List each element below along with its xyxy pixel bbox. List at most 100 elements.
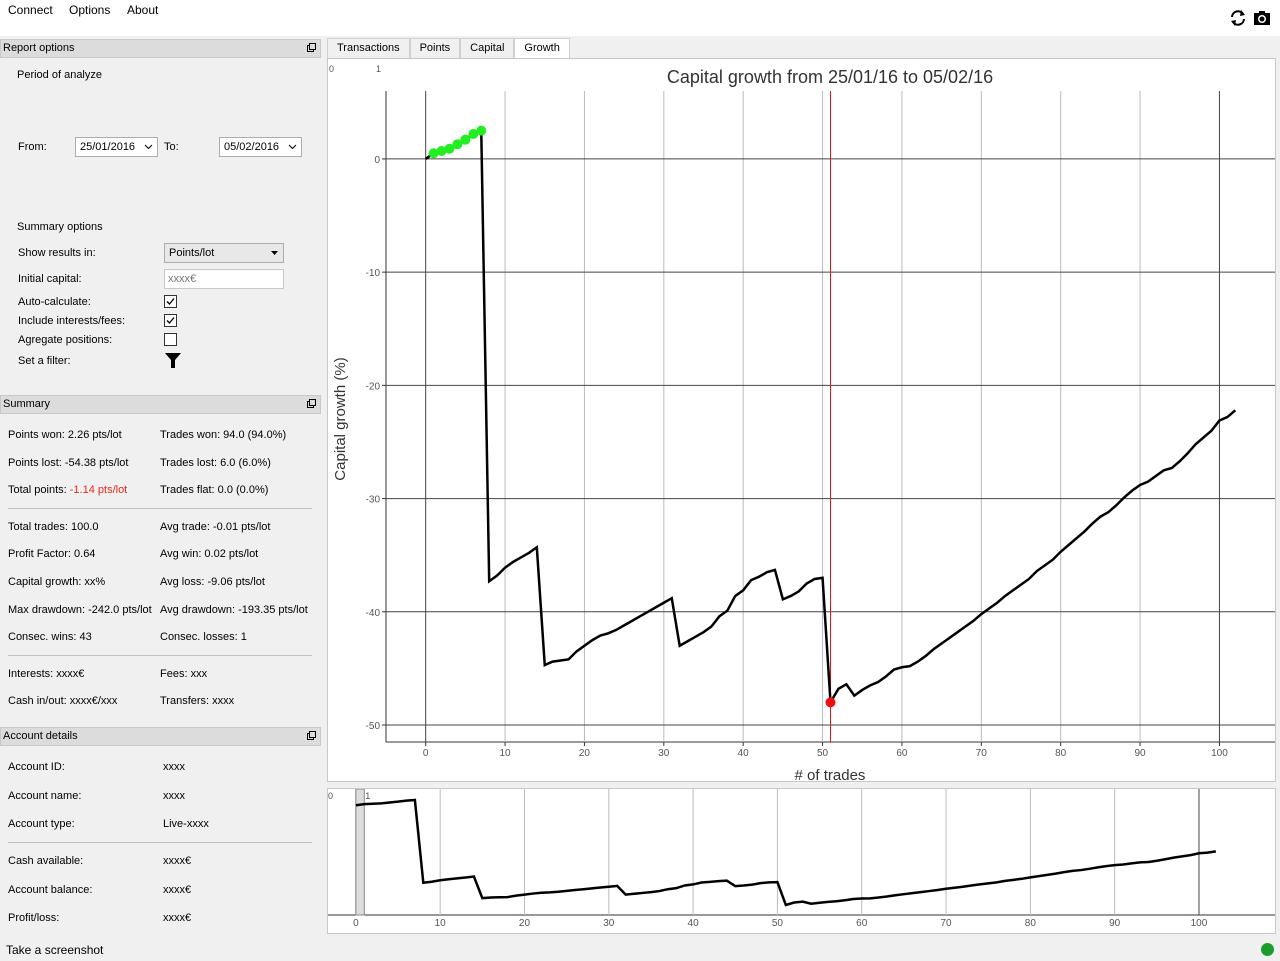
summary-title: Summary [3, 398, 51, 410]
initial-capital-input[interactable] [164, 269, 284, 289]
account-balance-value: xxxx€ [163, 884, 192, 896]
tab-points[interactable]: Points [409, 38, 461, 58]
dropdown-arrow-icon [271, 251, 278, 255]
overview-tick-label: 0 [353, 918, 359, 929]
capital-growth: Capital growth: xx% [8, 576, 106, 588]
from-date-picker[interactable]: 25/01/2016 [75, 137, 158, 157]
account-balance-label: Account balance: [8, 884, 93, 896]
overview-tick-label: 60 [856, 918, 868, 929]
x-axis-label: # of trades [795, 767, 866, 781]
profit-loss-label: Profit/loss: [8, 912, 60, 924]
to-date-picker[interactable]: 05/02/2016 [219, 137, 302, 157]
tab-capital[interactable]: Capital [460, 38, 515, 58]
summary-options-label: Summary options [17, 221, 103, 233]
overview-tick-label: 100 [1191, 918, 1208, 929]
overview-corner-label: 1 [365, 791, 370, 801]
account-id-value: xxxx [163, 761, 185, 773]
refresh-button[interactable] [1228, 8, 1248, 28]
x-tick-label: 0 [423, 748, 429, 759]
report-options-title: Report options [3, 42, 75, 54]
divider [8, 655, 312, 656]
include-interests-checkbox[interactable] [164, 314, 177, 327]
divider [8, 508, 312, 509]
x-tick-label: 10 [500, 748, 512, 759]
total-points-value: -1.14 pts/lot [69, 484, 128, 496]
x-tick-label: 90 [1135, 748, 1147, 759]
consec-wins: Consec. wins: 43 [8, 631, 92, 643]
menu-connect[interactable]: Connect [8, 3, 53, 17]
y-axis-label: Capital growth (%) [332, 357, 349, 480]
points-lost: Points lost: -54.38 pts/lot [8, 457, 129, 469]
growth-chart-svg[interactable]: 0 1 Capital growth from 25/01/16 to 05/0… [328, 59, 1275, 784]
total-points: Total points: -1.14 pts/lot [8, 484, 127, 496]
chevron-down-icon [144, 144, 153, 150]
show-results-value: Points/lot [169, 247, 215, 259]
account-name-label: Account name: [8, 790, 82, 802]
overview-tick-label: 70 [940, 918, 952, 929]
status-text: Take a screenshot [6, 943, 104, 957]
avg-win: Avg win: 0.02 pts/lot [160, 548, 259, 560]
float-icon[interactable] [307, 731, 316, 740]
account-details-header[interactable]: Account details [0, 727, 321, 746]
points-won: Points won: 2.26 pts/lot [8, 429, 122, 441]
menu-options[interactable]: Options [69, 3, 110, 17]
account-type-value: Live-xxxx [163, 818, 209, 830]
auto-calc-checkbox[interactable] [164, 295, 177, 308]
period-label: Period of analyze [17, 69, 102, 81]
fees: Fees: xxx [160, 668, 208, 680]
profit-factor: Profit Factor: 0.64 [8, 548, 96, 560]
float-icon[interactable] [307, 399, 316, 408]
corner-label: 1 [376, 64, 381, 74]
max-drawdown: Max drawdown: -242.0 pts/lot [8, 604, 152, 616]
refresh-icon [1231, 10, 1245, 26]
screenshot-button[interactable] [1252, 8, 1272, 28]
growth-chart[interactable]: 0 1 Capital growth from 25/01/16 to 05/0… [327, 58, 1276, 784]
show-results-select[interactable]: Points/lot [164, 243, 284, 263]
x-tick-label: 40 [738, 748, 750, 759]
trades-won: Trades won: 94.0 (94.0%) [160, 429, 287, 441]
overview-tick-label: 20 [519, 918, 531, 929]
overview-tick-label: 90 [1109, 918, 1121, 929]
status-bar: Take a screenshot [0, 938, 1280, 961]
y-tick-label: -10 [366, 268, 381, 279]
auto-calc-label: Auto-calculate: [18, 296, 91, 308]
initial-capital-label: Initial capital: [18, 273, 82, 285]
summary-header[interactable]: Summary [0, 395, 321, 414]
account-id-label: Account ID: [8, 761, 65, 773]
left-pane: Report options Period of analyze From: 2… [0, 38, 322, 938]
win-marker [476, 125, 487, 136]
x-tick-label: 70 [976, 748, 988, 759]
camera-icon [1254, 11, 1270, 25]
filter-icon[interactable] [165, 352, 181, 369]
x-tick-label: 80 [1055, 748, 1067, 759]
total-points-label: Total points: [8, 484, 67, 496]
overview-chart[interactable]: 0 10 20 30 40 50 60 70 80 90 100 0 1 [327, 788, 1276, 934]
y-tick-label: 0 [374, 155, 380, 166]
tab-growth[interactable]: Growth [514, 38, 570, 59]
interests: Interests: xxxx€ [8, 668, 85, 680]
trades-lost: Trades lost: 6.0 (6.0%) [160, 457, 271, 469]
x-tick-label: 100 [1211, 748, 1228, 759]
report-options-header[interactable]: Report options [0, 39, 321, 58]
overview-tick-label: 10 [435, 918, 447, 929]
account-name-value: xxxx [163, 790, 185, 802]
avg-drawdown: Avg drawdown: -193.35 pts/lot [160, 604, 308, 616]
overview-corner-label: 0 [328, 791, 333, 801]
float-icon[interactable] [307, 43, 316, 52]
y-tick-label: -50 [366, 721, 381, 732]
checkmark-icon [166, 317, 175, 324]
overview-chart-svg[interactable]: 0 10 20 30 40 50 60 70 80 90 100 0 1 [328, 788, 1275, 933]
tab-transactions[interactable]: Transactions [327, 38, 410, 58]
overview-selection-handle [355, 788, 365, 916]
trades-flat: Trades flat: 0.0 (0.0%) [160, 484, 269, 496]
overview-line [355, 798, 1217, 907]
avg-loss: Avg loss: -9.06 pts/lot [160, 576, 265, 588]
avg-trade: Avg trade: -0.01 pts/lot [160, 521, 271, 533]
to-date-value: 05/02/2016 [224, 141, 280, 153]
cash-available-label: Cash available: [8, 855, 84, 867]
menu-about[interactable]: About [127, 3, 158, 17]
aggregate-checkbox[interactable] [164, 333, 177, 346]
include-interests-label: Include interests/fees: [18, 315, 126, 327]
x-tick-label: 60 [896, 748, 908, 759]
chart-title: Capital growth from 25/01/16 to 05/02/16 [667, 67, 993, 87]
